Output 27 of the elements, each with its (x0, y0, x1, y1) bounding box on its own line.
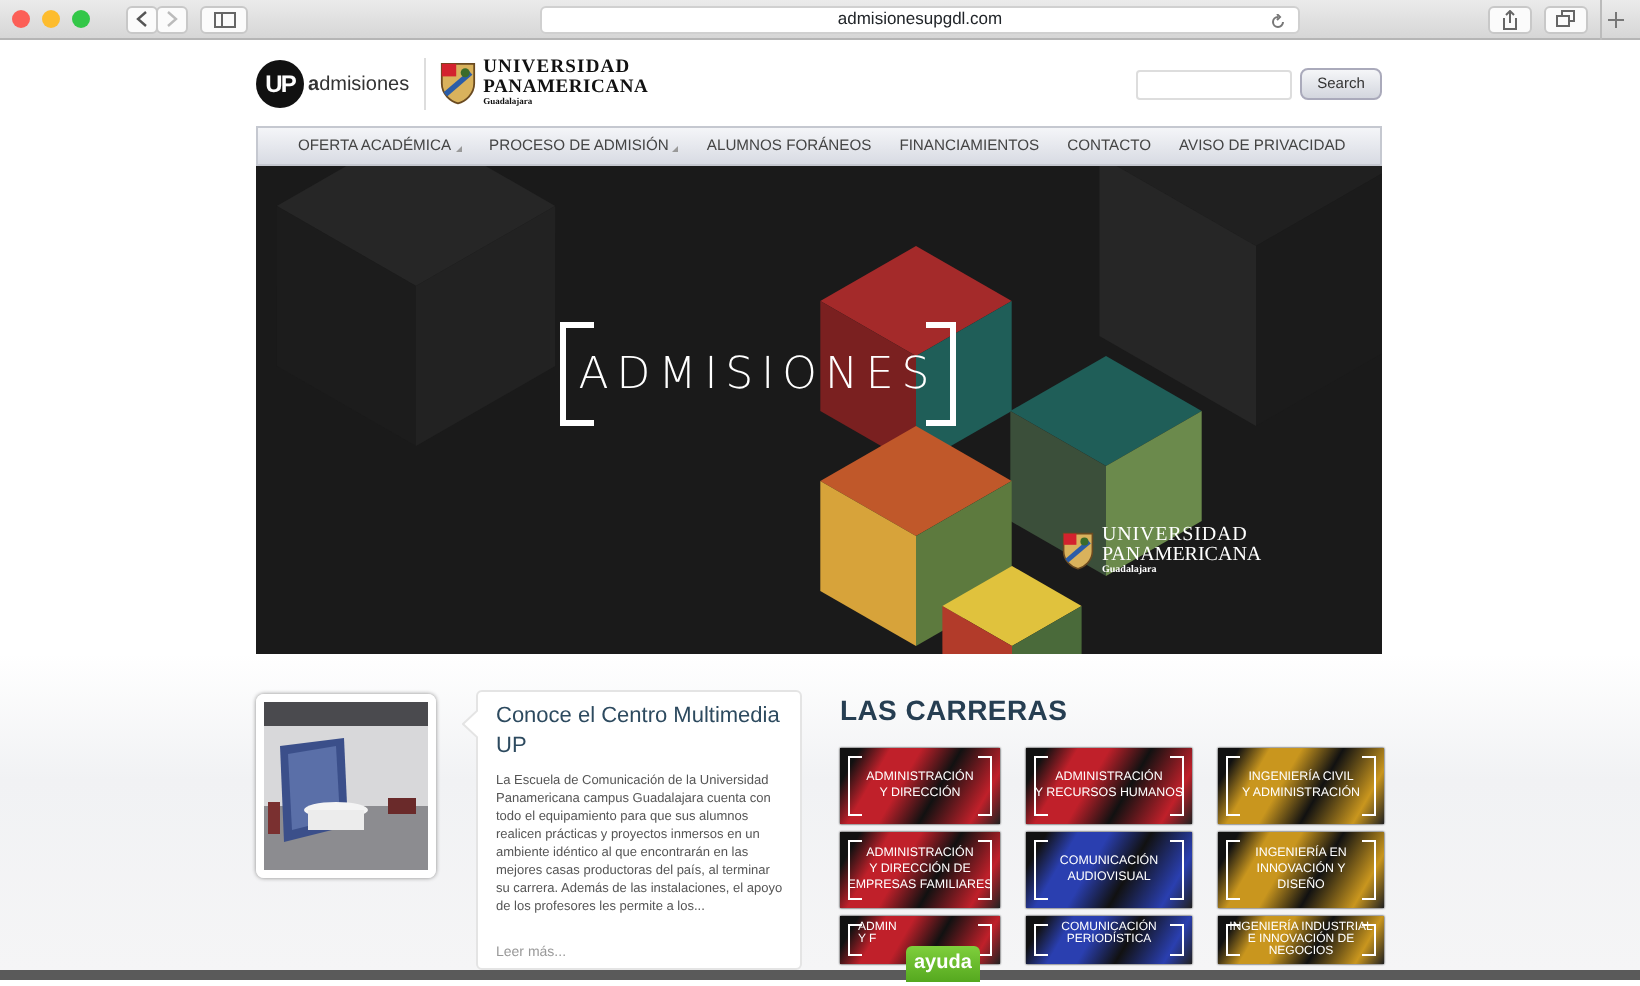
plus-icon (1607, 11, 1623, 27)
logo-text: admisiones (308, 71, 410, 99)
new-tab-button[interactable] (1600, 0, 1628, 39)
submenu-icon (455, 146, 462, 153)
tabs-button[interactable] (1544, 5, 1588, 33)
reload-icon[interactable] (1270, 13, 1286, 29)
banner-title: ADMISIONES (560, 322, 956, 426)
university-name: UNIVERSIDAD (1102, 526, 1250, 546)
tabs-icon (1556, 10, 1576, 28)
share-button[interactable] (1488, 5, 1532, 33)
university-name: UNIVERSIDAD (483, 60, 633, 79)
section-heading: LAS CARRERAS (840, 694, 1070, 728)
crest-icon (1062, 531, 1094, 571)
sidebar-icon (213, 11, 235, 27)
university-name: PANAMERICANA (1102, 546, 1262, 566)
submenu-icon (672, 146, 679, 153)
article-title: Conoce el Centro Multimedia UP (496, 702, 782, 763)
sidebar-button[interactable] (200, 5, 248, 33)
address-bar[interactable]: admisionesupgdl.com (540, 5, 1300, 33)
chevron-left-icon (136, 10, 148, 28)
crest-icon (439, 62, 476, 106)
share-icon (1502, 9, 1518, 29)
university-name: PANAMERICANA (483, 79, 649, 98)
logo-mark: UP (256, 60, 304, 108)
back-button[interactable] (126, 5, 158, 33)
chevron-right-icon (166, 10, 178, 28)
search-field[interactable] (1136, 69, 1292, 99)
